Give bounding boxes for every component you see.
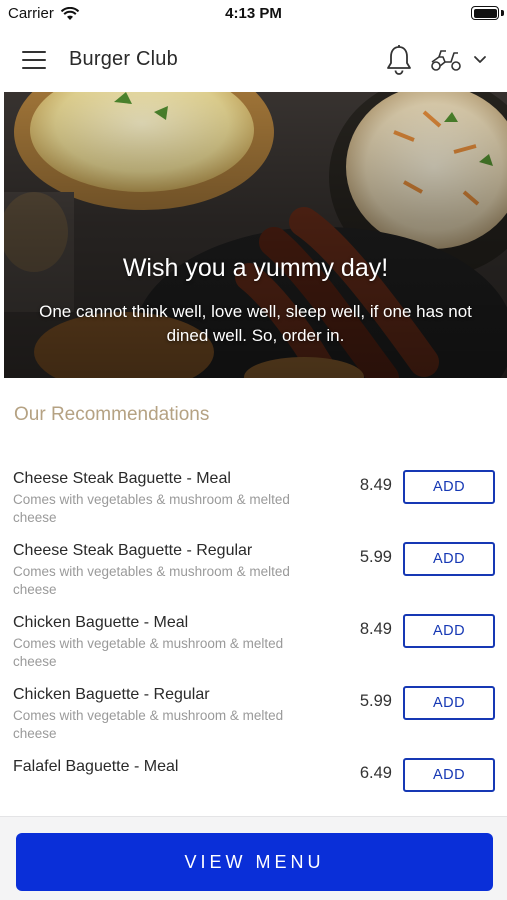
item-price: 5.99: [359, 548, 392, 566]
item-name: Cheese Steak Baguette - Meal: [13, 470, 231, 487]
item-name: Falafel Baguette - Meal: [13, 758, 179, 775]
battery-icon: [471, 6, 499, 20]
item-description: Comes with vegetables & mushroom & melte…: [13, 492, 290, 525]
add-button[interactable]: ADD: [403, 686, 495, 720]
menu-item: Cheese Steak Baguette - Regular Comes wi…: [0, 534, 507, 606]
status-time: 4:13 PM: [225, 5, 282, 22]
view-menu-button[interactable]: VIEW MENU: [16, 833, 493, 891]
menu-item: Cheese Steak Baguette - Meal Comes with …: [0, 462, 507, 534]
add-button[interactable]: ADD: [403, 470, 495, 504]
chevron-down-icon[interactable]: [472, 54, 488, 66]
header-title: Burger Club: [69, 48, 178, 70]
item-name: Chicken Baguette - Regular: [13, 686, 210, 703]
add-button[interactable]: ADD: [403, 542, 495, 576]
menu-item: Chicken Baguette - Regular Comes with ve…: [0, 678, 507, 750]
hero-subtitle: One cannot think well, love well, sleep …: [39, 302, 472, 345]
item-price: 8.49: [359, 620, 392, 638]
menu-item: Falafel Baguette - Meal 6.49 ADD: [0, 750, 507, 822]
bottom-bar: VIEW MENU: [0, 816, 507, 900]
hamburger-menu-icon[interactable]: [22, 51, 48, 71]
hero-title: Wish you a yummy day!: [122, 254, 389, 282]
item-description: Comes with vegetable & mushroom & melted…: [13, 708, 284, 741]
battery-cap: [501, 10, 504, 16]
item-price: 6.49: [359, 764, 392, 782]
recommendations-title: Our Recommendations: [14, 404, 210, 425]
hero-banner: Wish you a yummy day! One cannot think w…: [4, 92, 507, 378]
item-name: Chicken Baguette - Meal: [13, 614, 189, 631]
status-bar: Carrier 4:13 PM: [0, 0, 507, 30]
recommendations-list: Cheese Steak Baguette - Meal Comes with …: [0, 462, 507, 822]
item-price: 8.49: [359, 476, 392, 494]
app-header: Burger Club: [0, 30, 507, 92]
item-price: 5.99: [359, 692, 392, 710]
bell-icon[interactable]: [384, 44, 414, 76]
item-description: Comes with vegetables & mushroom & melte…: [13, 564, 290, 597]
menu-item: Chicken Baguette - Meal Comes with veget…: [0, 606, 507, 678]
scooter-icon[interactable]: [429, 48, 463, 72]
add-button[interactable]: ADD: [403, 758, 495, 792]
add-button[interactable]: ADD: [403, 614, 495, 648]
item-description: Comes with vegetable & mushroom & melted…: [13, 636, 284, 669]
item-name: Cheese Steak Baguette - Regular: [13, 542, 253, 559]
